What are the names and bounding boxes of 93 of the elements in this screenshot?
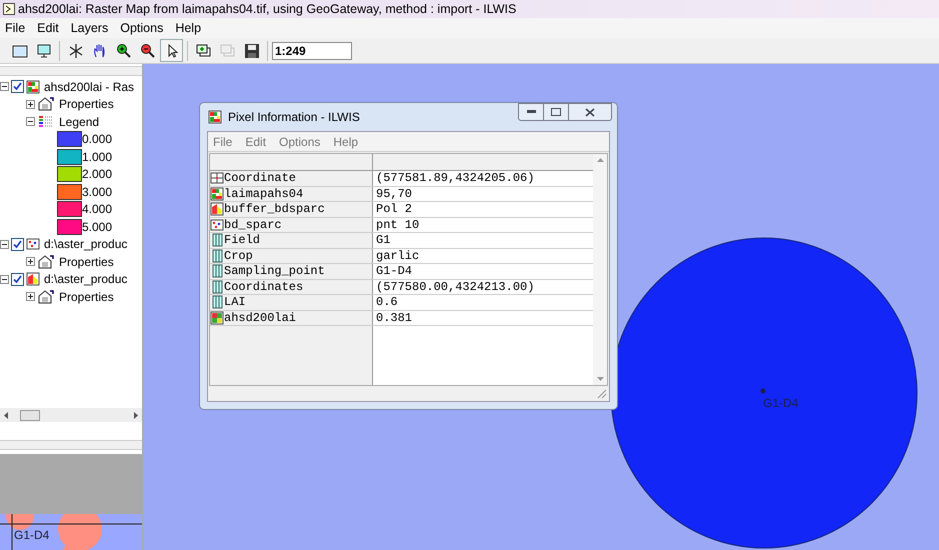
menu-item[interactable]: File (5, 18, 26, 38)
close-icon (585, 108, 595, 116)
zoom-in-icon (114, 42, 132, 60)
layers-icon (218, 42, 236, 60)
table-cell: Pol 2 (376, 203, 412, 216)
scale-field[interactable]: 1:249 (272, 42, 352, 60)
horizontal-scrollbar[interactable] (0, 408, 142, 422)
table-cell: Coordinate (224, 172, 296, 184)
point-marker-icon (760, 388, 766, 394)
zoom-out-icon (138, 42, 156, 60)
table-cell: Coordinates (224, 280, 304, 293)
menu-item[interactable]: Layers (70, 18, 108, 38)
vertical-scrollbar[interactable] (593, 154, 607, 385)
properties-label[interactable]: Properties (59, 98, 114, 110)
layers-plus-icon (194, 42, 212, 60)
properties-label[interactable]: Properties (59, 256, 114, 268)
table-cell: Crop (224, 250, 253, 262)
minimize-button[interactable] (518, 103, 544, 121)
menu-item[interactable]: Edit (245, 132, 266, 150)
map-label: G1-D4 (14, 527, 50, 544)
collapse-icon[interactable] (0, 240, 9, 249)
layer-name[interactable]: d:\aster_produc (44, 273, 128, 286)
table-cell: G1-D4 (376, 265, 412, 278)
properties-label[interactable]: Properties (59, 290, 114, 303)
menu-item[interactable]: Help (175, 18, 202, 38)
legend-value: 3.000 (82, 186, 112, 198)
table-cell: (577580.00,4324213.00) (376, 280, 534, 293)
collapse-icon[interactable] (26, 117, 35, 126)
column-icon (210, 264, 224, 278)
column-icon (210, 280, 224, 294)
layer-name[interactable]: ahsd200lai - Ras (44, 80, 134, 93)
table-cell: bd_sparc (224, 218, 282, 231)
legend-value: 4.000 (82, 203, 112, 216)
scroll-up-icon[interactable] (596, 158, 604, 162)
save-icon (242, 42, 260, 60)
table-cell: garlic (376, 250, 420, 262)
expand-icon[interactable] (26, 100, 35, 109)
maximize-icon (551, 108, 561, 116)
legend-icon (38, 114, 54, 129)
close-button[interactable] (569, 103, 612, 121)
scroll-down-icon[interactable] (596, 377, 604, 381)
collapse-icon[interactable] (0, 82, 9, 92)
table-cell: buffer_bdsparc (224, 203, 325, 216)
minimize-icon (526, 110, 536, 114)
legend-label[interactable]: Legend (59, 116, 100, 128)
table-cell: ahsd200lai (224, 312, 296, 324)
menu-item[interactable]: Options (120, 18, 164, 38)
scroll-left-icon[interactable] (4, 412, 9, 418)
menu-item[interactable]: Options (279, 132, 320, 150)
app-icon (3, 3, 15, 15)
menu-item[interactable]: Edit (37, 18, 59, 38)
table-cell: laimapahs04 (224, 188, 304, 200)
resize-grip-icon[interactable] (595, 387, 607, 399)
table-cell: 0.6 (376, 296, 398, 308)
table-cell: Field (224, 234, 260, 246)
layer-checkbox[interactable] (11, 238, 24, 251)
column-icon (210, 295, 224, 310)
pointer-button[interactable] (160, 39, 183, 62)
collapse-icon[interactable] (0, 274, 9, 284)
layer-checkbox[interactable] (11, 80, 24, 94)
properties-icon (38, 97, 54, 112)
menu-item[interactable]: File (213, 132, 232, 150)
expand-icon[interactable] (26, 292, 35, 302)
maximize-button[interactable] (544, 103, 569, 121)
scroll-right-icon[interactable] (133, 412, 138, 418)
column-icon (210, 248, 224, 263)
menu-item[interactable]: Help (333, 132, 358, 150)
monitor-icon (34, 42, 52, 60)
expand-icon[interactable] (26, 257, 35, 266)
layer-name[interactable]: d:\aster_produc (44, 238, 128, 250)
window-title: Pixel Information - ILWIS (228, 109, 360, 126)
properties-icon (38, 290, 54, 304)
map-label: G1-D4 (763, 395, 798, 412)
table-cell: pnt 10 (376, 218, 420, 231)
app-icon (208, 110, 222, 124)
properties-icon (38, 254, 54, 269)
legend-value: 5.000 (82, 220, 112, 233)
table-cell: (577581.89,4324205.06) (376, 172, 534, 184)
window-title: ahsd200lai: Raster Map from laimapahs04.tif, using GeoGateway, method : import - ILWIS (18, 0, 516, 18)
table-cell: Sampling_point (224, 265, 325, 278)
scrollbar-thumb[interactable] (20, 410, 40, 420)
legend-value: 2.000 (82, 168, 112, 180)
raster-map-icon (26, 80, 40, 94)
table-cell: 0.381 (376, 312, 412, 324)
polygon-map-icon (26, 272, 40, 286)
layer-checkbox[interactable] (11, 272, 24, 286)
point-map-icon (26, 237, 40, 252)
legend-value: 1.000 (82, 150, 112, 163)
legend-value: 0.000 (82, 133, 112, 146)
column-icon (210, 233, 224, 248)
table-cell: G1 (376, 234, 390, 246)
table-cell: LAI (224, 296, 246, 308)
table-cell: 95,70 (376, 188, 412, 200)
